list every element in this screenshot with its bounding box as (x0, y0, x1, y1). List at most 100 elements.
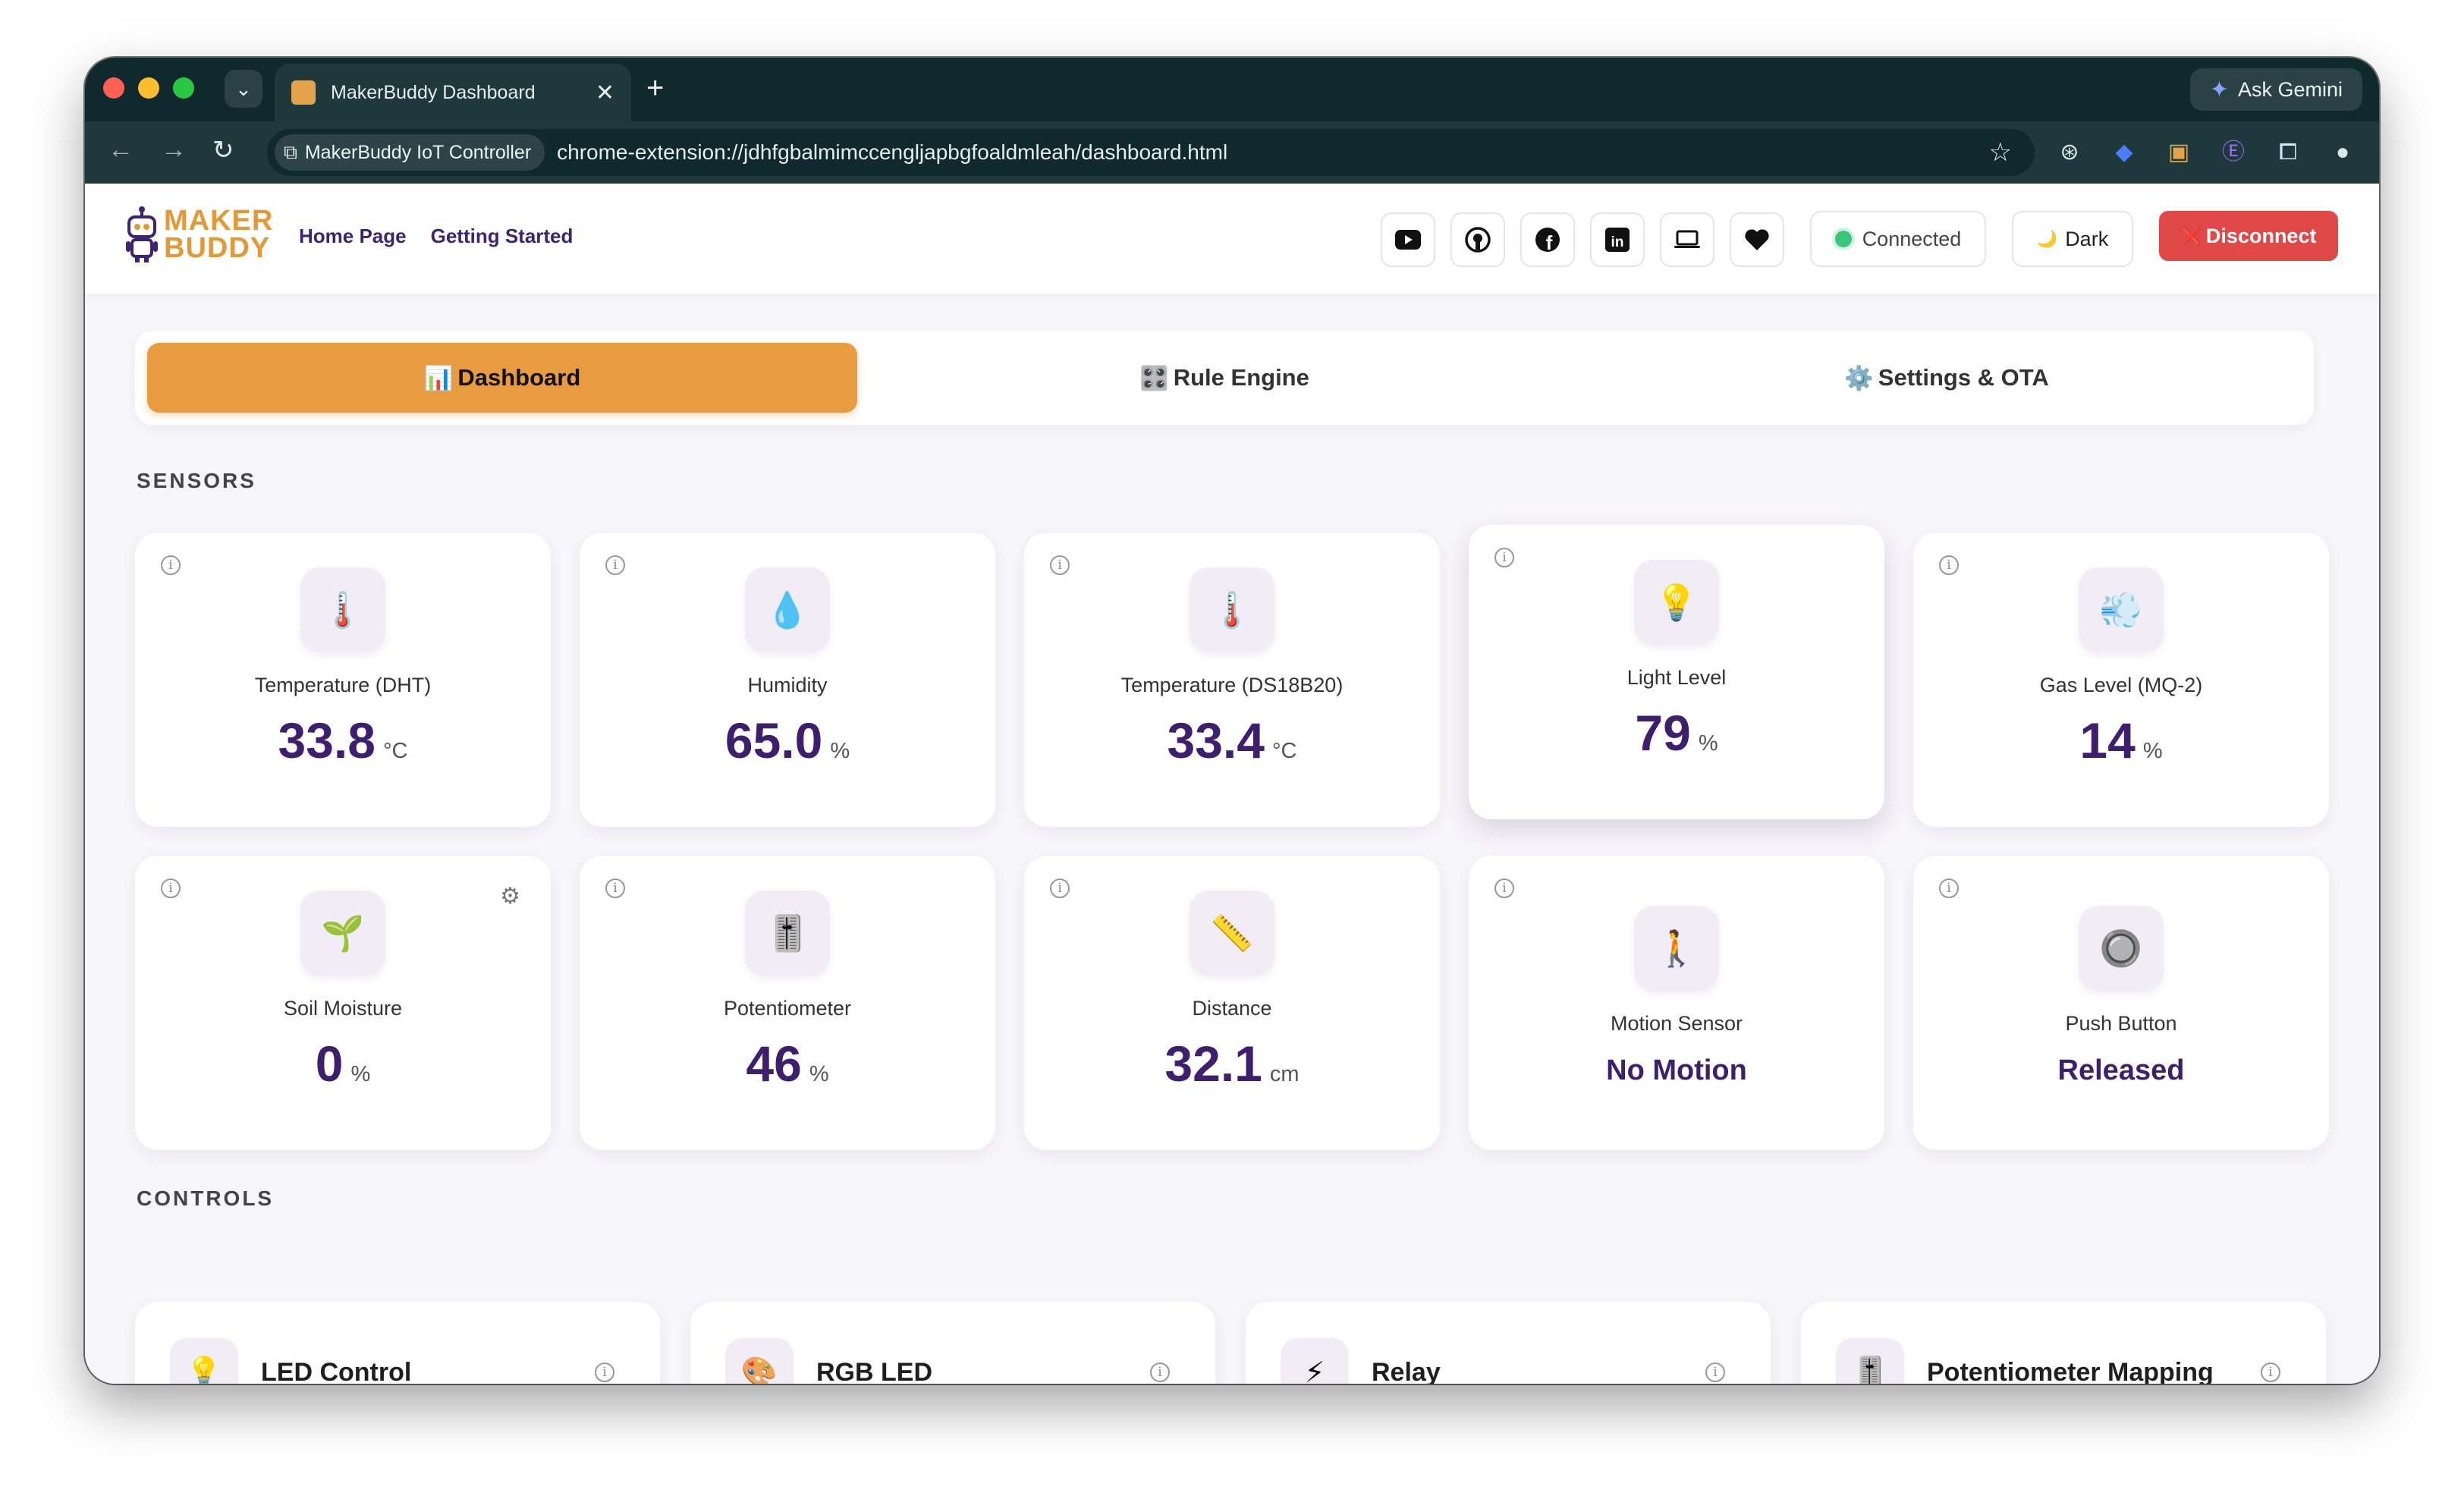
forward-icon[interactable]: → (161, 135, 187, 165)
sensor-card-gas-level[interactable]: i 💨 Gas Level (MQ-2) 14% (1913, 533, 2329, 827)
info-icon[interactable]: i (1705, 1362, 1725, 1382)
favicon-icon (291, 80, 316, 105)
cross-mark-icon: ❌ (2180, 226, 2202, 245)
back-icon[interactable]: ← (108, 135, 134, 165)
window-controls (103, 77, 194, 99)
tab-strip: ⌄ MakerBuddy Dashboard ✕ + ✦ Ask Gemini (85, 58, 2379, 121)
control-title: RGB LED (816, 1358, 932, 1384)
tab-rule-engine-label: Rule Engine (1173, 364, 1309, 391)
sensor-name: Potentiometer (723, 997, 852, 1020)
top-nav: Home Page Getting Started (299, 225, 573, 248)
tag-extension-icon[interactable]: ◆ (2097, 137, 2151, 168)
sensor-reading: 0 (315, 1036, 344, 1092)
info-icon[interactable]: i (161, 878, 181, 898)
info-icon[interactable]: i (1150, 1362, 1170, 1382)
sensor-value: 33.4 °C (1024, 712, 1440, 769)
sensor-card-soil-moisture[interactable]: i ⚙ 🌱 Soil Moisture 0% (135, 856, 551, 1150)
linkedin-icon[interactable]: in (1590, 212, 1645, 267)
logo-text: MAKER BUDDY (164, 206, 273, 262)
info-icon[interactable]: i (2261, 1362, 2280, 1382)
address-bar[interactable]: ⧉ MakerBuddy IoT Controller chrome-exten… (267, 129, 2035, 176)
heart-icon[interactable] (1730, 212, 1784, 267)
github-icon[interactable] (1450, 212, 1505, 267)
control-card-relay: ⚡ Relay i (1246, 1302, 1771, 1384)
info-icon[interactable]: i (1494, 878, 1514, 898)
sensor-reading: 79 (1635, 705, 1691, 761)
browser-toolbar: ← → ↻ ⧉ MakerBuddy IoT Controller chrome… (85, 121, 2379, 184)
info-icon[interactable]: i (1939, 555, 1959, 575)
info-icon[interactable]: i (605, 555, 625, 575)
sensor-value: 46% (580, 1035, 995, 1092)
sensor-value: 32.1 cm (1024, 1035, 1440, 1092)
control-title: Relay (1372, 1358, 1441, 1384)
openai-extension-icon[interactable]: ⊛ (2042, 137, 2097, 168)
palette-icon: 🎨 (725, 1338, 794, 1384)
info-icon[interactable]: i (1050, 878, 1070, 898)
sensor-reading: 46 (746, 1036, 802, 1092)
getting-started-link[interactable]: Getting Started (431, 225, 574, 248)
reload-icon[interactable]: ↻ (212, 135, 234, 165)
browser-tab[interactable]: MakerBuddy Dashboard ✕ (275, 64, 631, 121)
sensor-unit: cm (1269, 1062, 1300, 1086)
info-icon[interactable]: i (1494, 548, 1514, 567)
controls-heading: CONTROLS (137, 1186, 275, 1210)
ruler-icon: 📏 (1190, 891, 1274, 976)
tab-dashboard-label: Dashboard (457, 364, 581, 391)
home-page-link[interactable]: Home Page (299, 225, 407, 248)
sensor-card-humidity[interactable]: i 💧 Humidity 65.0% (580, 533, 995, 827)
sensor-reading: 33.8 (278, 712, 376, 768)
close-tab-icon[interactable]: ✕ (596, 80, 614, 106)
disconnect-button[interactable]: ❌ Disconnect (2159, 211, 2338, 261)
tab-settings-ota-label: Settings & OTA (1878, 364, 2049, 391)
sensor-unit: % (830, 739, 850, 763)
tab-rule-engine[interactable]: 🎛️ Rule Engine (869, 343, 1579, 413)
sensor-card-motion[interactable]: i 🚶 Motion Sensor No Motion (1469, 856, 1884, 1150)
more-menu-icon[interactable]: ⋮ (2370, 137, 2379, 168)
maximize-window-button[interactable] (173, 77, 194, 99)
sensor-name: Humidity (747, 674, 828, 696)
url-text[interactable]: chrome-extension://jdhfgbalmimccengljapb… (557, 140, 1988, 165)
sensor-unit: % (350, 1062, 371, 1086)
bookmark-star-icon[interactable]: ☆ (1989, 137, 2012, 168)
sensor-unit: °C (382, 739, 408, 763)
thermometer-icon: 🌡️ (300, 567, 385, 652)
new-tab-button[interactable]: + (646, 71, 664, 105)
sensor-card-push-button[interactable]: i 🔘 Push Button Released (1913, 856, 2329, 1150)
calibrate-gear-icon[interactable]: ⚙ (500, 883, 520, 910)
info-icon[interactable]: i (605, 878, 625, 898)
puzzle-icon[interactable]: ⧠ (2261, 137, 2315, 168)
tab-dashboard[interactable]: 📊 Dashboard (147, 343, 857, 413)
profile-avatar[interactable]: ● (2315, 137, 2370, 168)
sensor-card-potentiometer[interactable]: i 🎚️ Potentiometer 46% (580, 856, 995, 1150)
makerbuddy-logo[interactable]: MAKER BUDDY (124, 205, 273, 264)
wind-icon: 💨 (2079, 567, 2164, 652)
thermometer-icon: 🌡️ (1190, 567, 1274, 652)
e-extension-icon[interactable]: Ⓔ (2206, 137, 2261, 168)
tab-search-button[interactable]: ⌄ (225, 70, 262, 108)
sensor-unit: °C (1271, 739, 1297, 763)
sensor-card-temperature-dht[interactable]: i 🌡️ Temperature (DHT) 33.8 °C (135, 533, 551, 827)
sensor-reading: 32.1 (1164, 1036, 1262, 1092)
sensor-card-light-level[interactable]: i 💡 Light Level 79% (1469, 525, 1884, 819)
site-info-chip[interactable]: ⧉ MakerBuddy IoT Controller (275, 134, 545, 171)
sensor-card-temperature-ds18b20[interactable]: i 🌡️ Temperature (DS18B20) 33.4 °C (1024, 533, 1440, 827)
tab-title: MakerBuddy Dashboard (331, 81, 536, 103)
facebook-icon[interactable]: f (1520, 212, 1575, 267)
makerbuddy-extension-icon[interactable]: ▣ (2151, 137, 2206, 168)
sensor-card-distance[interactable]: i 📏 Distance 32.1 cm (1024, 856, 1440, 1150)
youtube-icon[interactable] (1381, 212, 1435, 267)
gear-icon: ⚙️ (1844, 364, 1874, 391)
control-card-rgb-led: 🎨 RGB LED i (690, 1302, 1215, 1384)
ask-gemini-button[interactable]: ✦ Ask Gemini (2189, 68, 2362, 111)
page-content: MAKER BUDDY Home Page Getting Started f (85, 184, 2379, 1384)
close-window-button[interactable] (103, 77, 124, 99)
minimize-window-button[interactable] (138, 77, 159, 99)
info-icon[interactable]: i (1939, 878, 1959, 898)
tab-settings-ota[interactable]: ⚙️ Settings & OTA (1592, 343, 2302, 413)
dark-mode-toggle[interactable]: 🌙 Dark (2012, 211, 2133, 267)
slider-icon: 🎚️ (1836, 1338, 1904, 1384)
info-icon[interactable]: i (161, 555, 181, 575)
info-icon[interactable]: i (1050, 555, 1070, 575)
laptop-icon[interactable] (1660, 212, 1714, 267)
info-icon[interactable]: i (595, 1362, 614, 1382)
